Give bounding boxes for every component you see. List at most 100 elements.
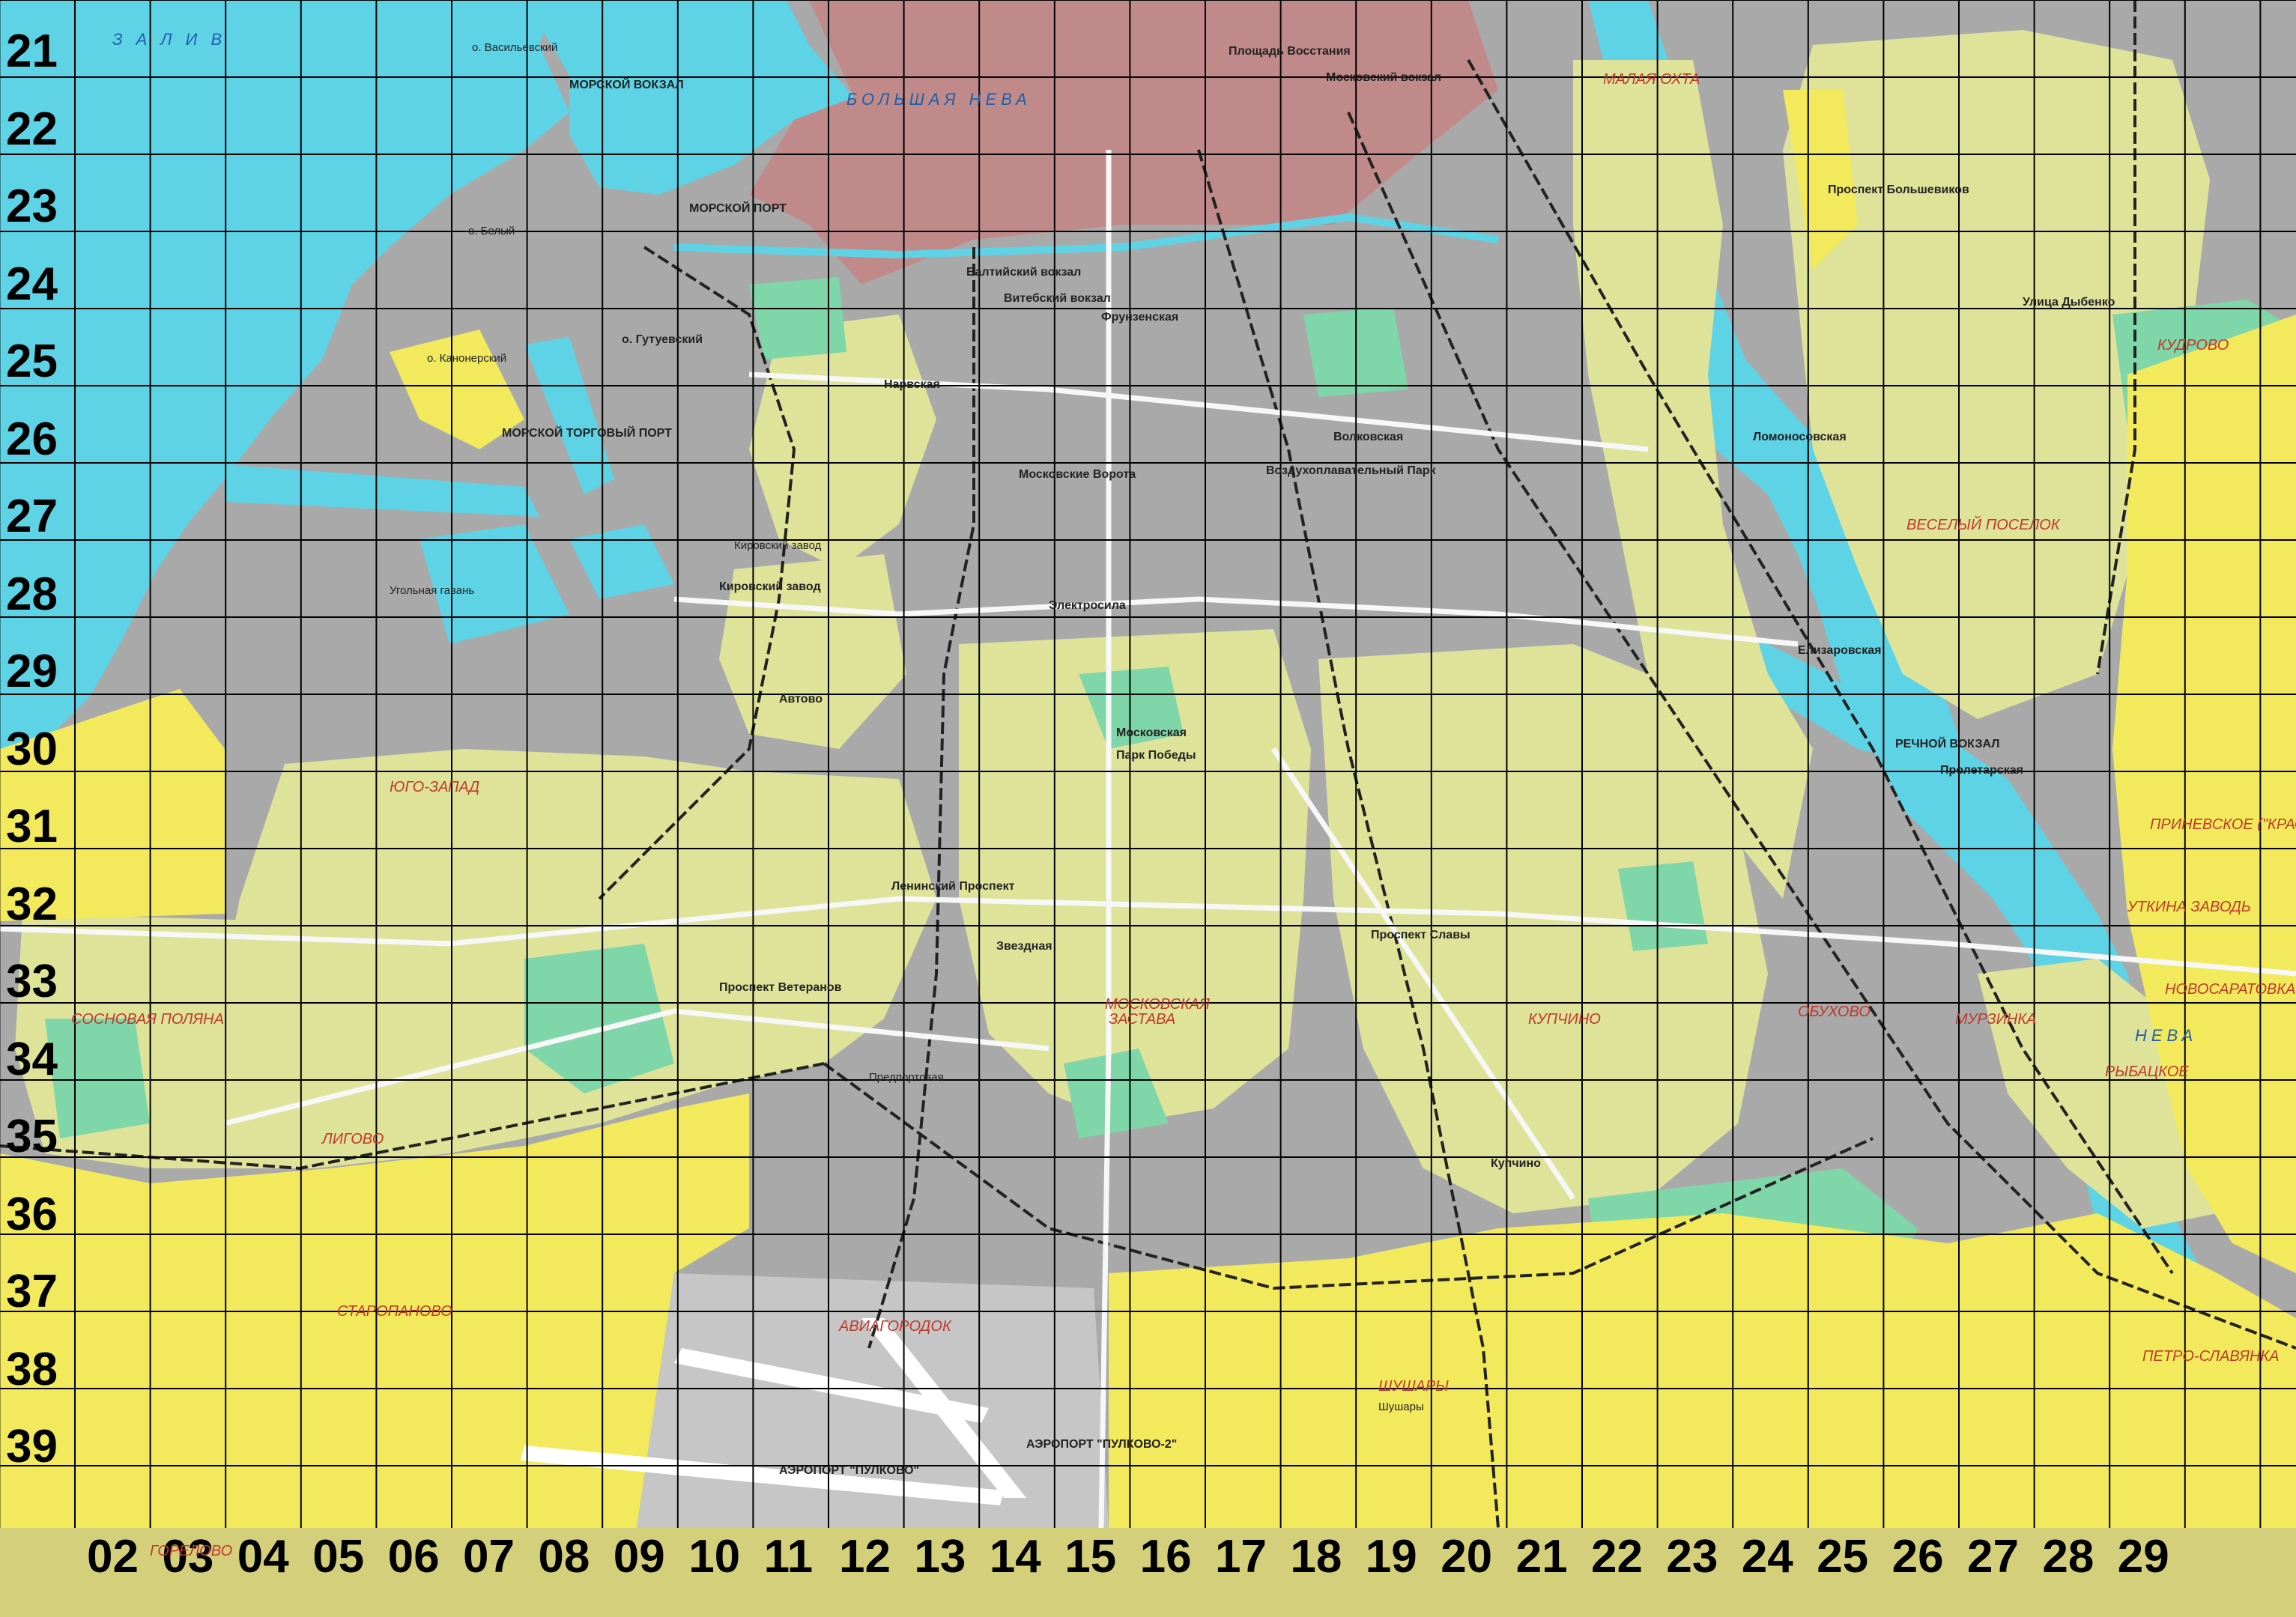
row-label: 33 <box>6 956 58 1007</box>
col-label: 04 <box>237 1531 289 1583</box>
col-label: 18 <box>1290 1531 1342 1583</box>
col-label: 10 <box>688 1531 741 1583</box>
place-label: КУДРОВО <box>2157 337 2229 354</box>
place-label: Автово <box>779 693 823 706</box>
col-label: 02 <box>87 1531 139 1583</box>
col-label: 17 <box>1215 1531 1267 1583</box>
place-label: АВИАГОРОДОК <box>839 1318 951 1335</box>
map-graphics <box>0 0 2296 1617</box>
row-label: 28 <box>6 568 58 620</box>
col-label: 21 <box>1515 1531 1568 1583</box>
place-label: ВЕСЕЛЫЙ ПОСЕЛОК <box>1906 517 2060 533</box>
place-label: АЭРОПОРТ "ПУЛКОВО" <box>779 1464 920 1477</box>
place-label: Купчино <box>1491 1157 1541 1170</box>
col-label: 11 <box>763 1531 814 1583</box>
row-label: 36 <box>6 1188 58 1240</box>
place-label: АЭРОПОРТ "ПУЛКОВО-2" <box>1026 1438 1178 1451</box>
col-label: 29 <box>2117 1531 2169 1583</box>
row-label: 27 <box>6 491 58 542</box>
col-label: 27 <box>1967 1531 2019 1583</box>
place-label: Елизаровская <box>1798 644 1882 657</box>
place-label: КУПЧИНО <box>1528 1011 1601 1028</box>
place-label: Витебский вокзал <box>1004 292 1111 305</box>
col-label: 25 <box>1817 1531 1869 1583</box>
place-label: НЕВА <box>2135 1026 2198 1045</box>
place-label: Пролетарская <box>1940 764 2023 777</box>
col-label: 09 <box>613 1531 665 1583</box>
place-label: Волковская <box>1333 431 1404 443</box>
place-label: Шушары <box>1378 1401 1424 1413</box>
place-label: ЗАСТАВА <box>1109 1011 1176 1028</box>
row-label: 24 <box>6 258 58 310</box>
place-label: УТКИНА ЗАВОДЬ <box>2127 899 2251 915</box>
place-label: Балтийский вокзал <box>966 266 1082 279</box>
place-label: ОБУХОВО <box>1798 1004 1871 1020</box>
place-label: о. Васильевский <box>472 41 558 54</box>
col-label: 13 <box>914 1531 966 1583</box>
place-label: СОСНОВАЯ ПОЛЯНА <box>71 1011 224 1028</box>
place-label: Московские Ворота <box>1019 468 1136 481</box>
row-label: 23 <box>6 180 58 232</box>
place-label: МОРСКОЙ ПОРТ <box>689 202 787 215</box>
place-label: Улица Дыбенко <box>2023 296 2115 309</box>
row-label: 26 <box>6 413 58 465</box>
place-label: РЕЧНОЙ ВОКЗАЛ <box>1895 738 2000 750</box>
place-label: МОРСКОЙ ВОКЗАЛ <box>569 79 684 91</box>
col-label: 24 <box>1741 1531 1793 1583</box>
col-label: 28 <box>2042 1531 2094 1583</box>
place-label: Московский вокзал <box>1326 71 1442 84</box>
place-label: Электросила <box>1049 599 1126 612</box>
place-label: ПЕТРО-СЛАВЯНКА <box>2142 1348 2280 1365</box>
col-label: 12 <box>839 1531 891 1583</box>
place-label: З А Л И В <box>112 30 227 49</box>
place-label: СТАРОПАНОВО <box>337 1303 452 1320</box>
place-label: МУРЗИНКА <box>1955 1011 2037 1028</box>
row-label: 29 <box>6 646 58 697</box>
place-label: Парк Победы <box>1116 749 1196 762</box>
col-label: 15 <box>1064 1531 1117 1583</box>
place-label: Нарвская <box>884 378 940 391</box>
row-label: 30 <box>6 723 58 775</box>
place-label: Кировский завод <box>719 580 821 593</box>
col-label: 05 <box>312 1531 365 1583</box>
col-label: 14 <box>989 1531 1041 1583</box>
row-label: 39 <box>6 1421 58 1472</box>
col-label: 19 <box>1365 1531 1417 1583</box>
col-label: 07 <box>463 1531 515 1583</box>
col-label: 08 <box>538 1531 590 1583</box>
place-label: Предпортовая <box>869 1071 944 1084</box>
place-label: о. Гутуевский <box>622 333 703 346</box>
place-label: ЮГО-ЗАПАД <box>390 779 480 795</box>
place-label: ШУШАРЫ <box>1378 1378 1450 1395</box>
place-label: Ломоносовская <box>1753 431 1847 443</box>
col-label: 26 <box>1891 1531 1944 1583</box>
place-label: Воздухоплавательный Парк <box>1266 464 1436 477</box>
park-4 <box>749 277 846 359</box>
row-label: 31 <box>6 801 58 852</box>
row-label: 25 <box>6 336 58 387</box>
place-label: Московская <box>1116 726 1187 739</box>
row-label: 32 <box>6 878 58 930</box>
row-label: 35 <box>6 1111 58 1162</box>
place-label: о. Канонерский <box>427 352 507 365</box>
place-label: НОВОСАРАТОВКА <box>2165 981 2296 998</box>
place-label: ГОРЕЛОВО <box>150 1543 233 1559</box>
col-label: 16 <box>1139 1531 1192 1583</box>
row-label: 22 <box>6 103 58 155</box>
col-label: 06 <box>387 1531 440 1583</box>
place-label: БОЛЬШАЯ НЕВА <box>846 90 1032 109</box>
place-label: Угольная гавань <box>390 584 475 597</box>
park-6 <box>1618 861 1708 951</box>
row-label: 21 <box>6 25 58 77</box>
row-label: 37 <box>6 1266 58 1317</box>
place-label: Проспект Славы <box>1371 929 1470 941</box>
city-map[interactable]: 21 22 23 24 25 26 27 28 29 30 31 32 33 34 35 36 37 38 39 0… <box>0 0 2296 1617</box>
place-label: ПРИНЕВСКОЕ ("КРАСНЫЙ ОКТЯБРЬ") <box>2150 816 2296 833</box>
row-label: 38 <box>6 1343 58 1395</box>
place-label: Проспект Большевиков <box>1828 183 1969 196</box>
col-label: 20 <box>1441 1531 1493 1583</box>
place-label: Проспект Ветеранов <box>719 981 842 994</box>
row-label: 34 <box>6 1033 58 1085</box>
col-label: 22 <box>1591 1531 1643 1583</box>
place-label: Кировский завод <box>734 539 822 552</box>
